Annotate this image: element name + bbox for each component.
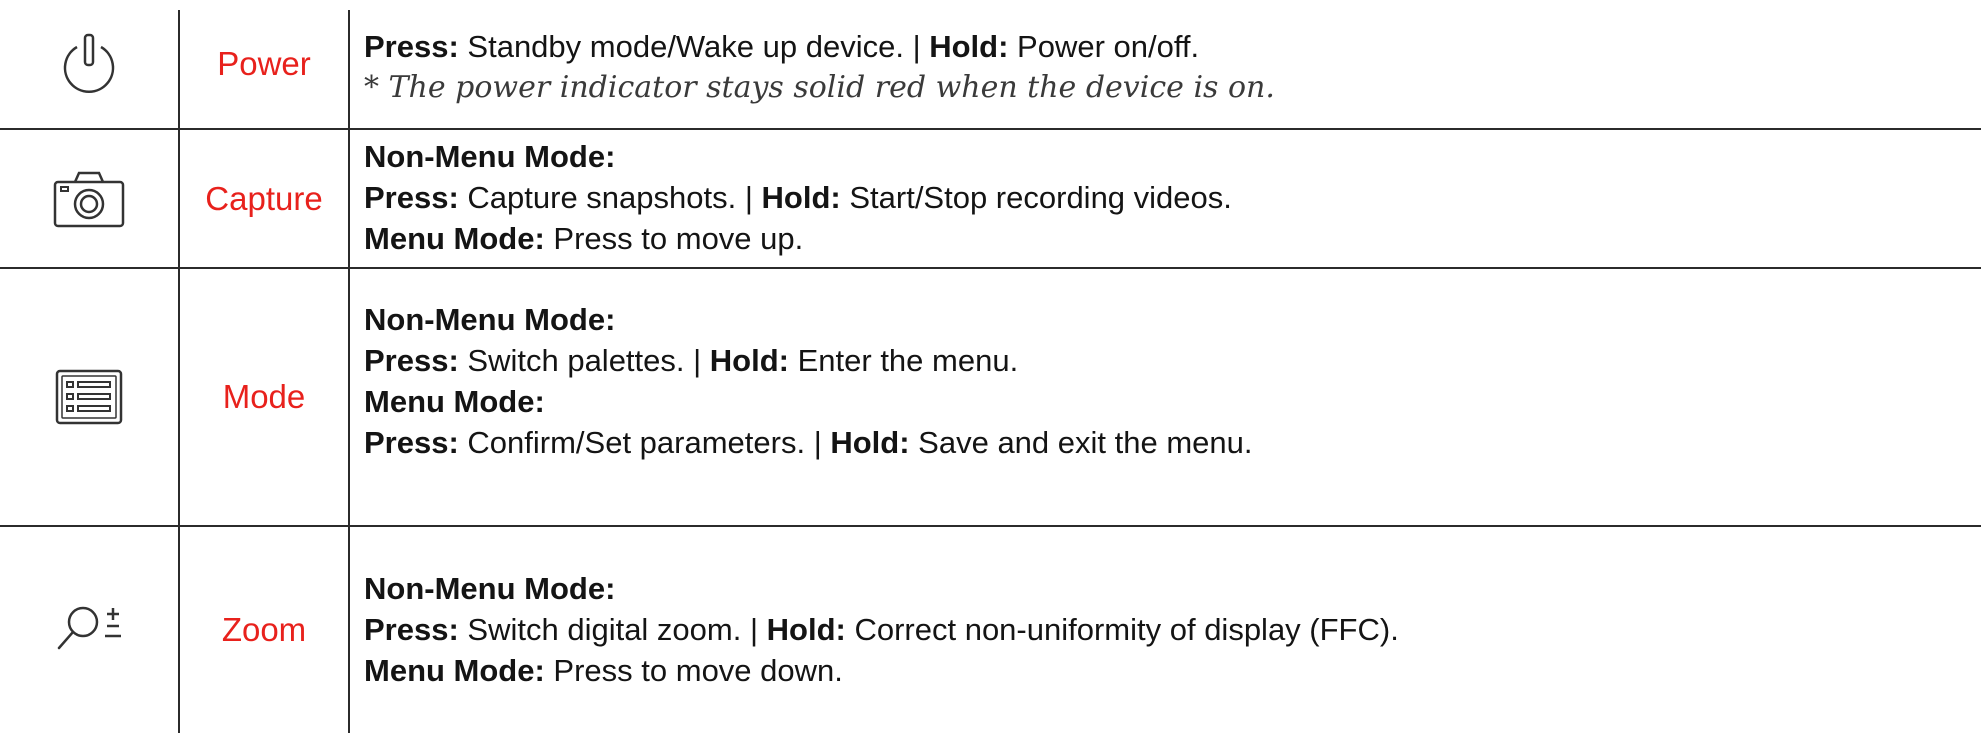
description-line: Menu Mode:	[364, 381, 1971, 422]
hold-text: Start/Stop recording videos.	[840, 180, 1232, 215]
function-name: Zoom	[180, 527, 348, 733]
capture-label: Capture	[205, 179, 323, 217]
function-name: Capture	[180, 130, 348, 267]
zoom-icon	[0, 527, 178, 733]
power-icon	[0, 0, 178, 128]
description-line: Press: Switch digital zoom. | Hold: Corr…	[364, 609, 1971, 650]
hold-key: Hold:	[761, 180, 841, 215]
power-label: Power	[217, 45, 311, 82]
mode-description: Non-Menu Mode: Press: Switch palettes. |…	[364, 299, 1971, 463]
description-line: Press: Confirm/Set parameters. | Hold: S…	[364, 422, 1971, 463]
zoom-label: Zoom	[221, 611, 307, 648]
description-line: Non-Menu Mode:	[364, 568, 1971, 609]
description-line: Non-Menu Mode:	[364, 299, 1971, 340]
description-line: Non-Menu Mode:	[364, 136, 1971, 177]
press-text: Switch digital zoom. |	[458, 612, 767, 647]
description-line: Press: Switch palettes. | Hold: Enter th…	[364, 340, 1971, 381]
mode-heading: Menu Mode:	[364, 384, 545, 419]
mode-label: Mode	[222, 378, 306, 415]
press-text: Capture snapshots. |	[458, 180, 762, 215]
press-text: Switch palettes. |	[458, 343, 710, 378]
power-note: * The power indicator stays solid red wh…	[364, 70, 1275, 105]
hold-text: Enter the menu.	[789, 343, 1019, 378]
camera-icon	[0, 130, 178, 267]
menu-mode-text: Press to move up.	[544, 221, 804, 256]
description-line: Press: Standby mode/Wake up device. | Ho…	[364, 26, 1971, 67]
function-name: Power	[180, 0, 348, 128]
press-key: Press:	[364, 425, 459, 460]
hold-key: Hold:	[766, 612, 846, 647]
press-text: Standby mode/Wake up device. |	[458, 29, 930, 64]
hold-key: Hold:	[830, 425, 910, 460]
hold-key: Hold:	[709, 343, 789, 378]
power-description: Press: Standby mode/Wake up device. | Ho…	[364, 26, 1971, 108]
function-name: Mode	[180, 269, 348, 525]
hold-text: Power on/off.	[1008, 29, 1200, 64]
hold-key: Hold:	[929, 29, 1009, 64]
capture-description: Non-Menu Mode: Press: Capture snapshots.…	[364, 136, 1971, 259]
menu-mode-text: Press to move down.	[544, 653, 843, 688]
press-key: Press:	[364, 343, 459, 378]
column-divider	[348, 10, 350, 733]
mode-heading: Non-Menu Mode:	[364, 571, 616, 606]
press-text: Confirm/Set parameters. |	[458, 425, 831, 460]
press-key: Press:	[364, 180, 459, 215]
hold-text: Correct non-uniformity of display (FFC).	[845, 612, 1399, 647]
menu-mode-key: Menu Mode:	[364, 221, 545, 256]
menu-list-icon	[0, 269, 178, 525]
press-key: Press:	[364, 29, 459, 64]
description-line: Menu Mode: Press to move up.	[364, 218, 1971, 259]
button-function-table: Power Press: Standby mode/Wake up device…	[0, 0, 1981, 733]
menu-mode-key: Menu Mode:	[364, 653, 545, 688]
zoom-description: Non-Menu Mode: Press: Switch digital zoo…	[364, 568, 1971, 691]
mode-heading: Non-Menu Mode:	[364, 302, 616, 337]
description-line: Press: Capture snapshots. | Hold: Start/…	[364, 177, 1971, 218]
press-key: Press:	[364, 612, 459, 647]
hold-text: Save and exit the menu.	[909, 425, 1253, 460]
description-line: Menu Mode: Press to move down.	[364, 650, 1971, 691]
mode-heading: Non-Menu Mode:	[364, 139, 616, 174]
